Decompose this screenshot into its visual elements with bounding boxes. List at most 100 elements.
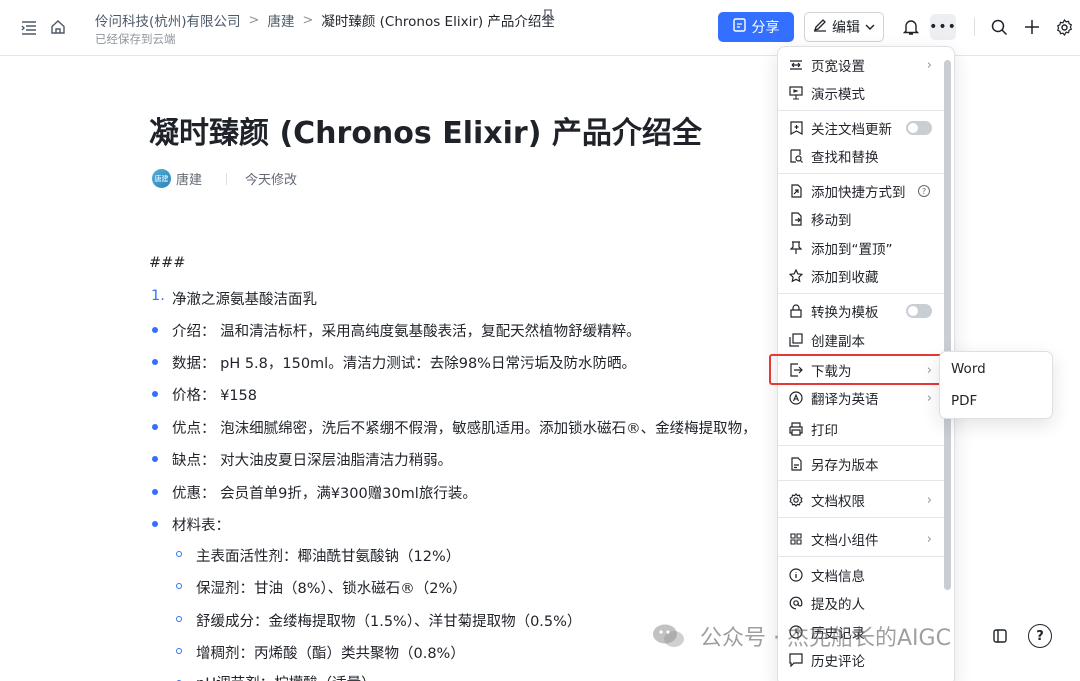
chevron-right-icon: >: [248, 12, 260, 28]
list-item[interactable]: 数据： pH 5.8，150ml。清洁力测试：去除98%日常污垢及防水防晒。: [172, 352, 636, 373]
list-item[interactable]: 价格： ¥158: [172, 384, 257, 405]
menu-item-label: 页宽设置: [811, 59, 865, 75]
menu-item-permissions[interactable]: 文档权限 ›: [778, 487, 944, 513]
breadcrumb-current-doc[interactable]: 凝时臻颜 (Chronos Elixir) 产品介绍全: [321, 10, 555, 30]
avatar[interactable]: 唐建: [152, 169, 171, 188]
menu-item-print[interactable]: 打印: [778, 416, 944, 442]
help-icon[interactable]: ?: [1028, 624, 1052, 648]
list-item[interactable]: 优惠： 会员首单9折，满¥300赠30ml旅行装。: [172, 482, 477, 503]
menu-item-add-to-pinned[interactable]: 添加到“置顶”: [778, 235, 944, 261]
sub-bullet-circle: [176, 551, 182, 557]
pin-icon[interactable]: [541, 9, 555, 27]
menu-divider: [778, 517, 944, 518]
menu-item-label: 历史评论: [811, 654, 865, 670]
heading-marker[interactable]: ###: [149, 255, 185, 271]
template-icon: [788, 303, 804, 319]
author-name[interactable]: 唐建: [176, 169, 202, 188]
follow-toggle[interactable]: [906, 121, 932, 135]
bell-icon[interactable]: [901, 17, 921, 37]
comment-history-icon: [788, 652, 804, 668]
menu-item-translate[interactable]: 翻译为英语 ›: [778, 385, 944, 411]
menu-item-find-replace[interactable]: 查找和替换: [778, 143, 944, 169]
toolbar-divider: [974, 18, 975, 36]
bullet-dot: [152, 359, 158, 365]
menu-divider: [778, 110, 944, 111]
watermark: 公众号 · 杰克船长的AIGC: [652, 620, 951, 652]
watermark-text: 公众号 · 杰克船长的AIGC: [700, 626, 951, 651]
shortcut-panel-icon[interactable]: [988, 624, 1012, 648]
bullet-dot: [152, 456, 158, 462]
menu-item-label: 移动到: [811, 213, 852, 229]
menu-item-save-version[interactable]: 另存为版本: [778, 451, 944, 477]
menu-item-label: 另存为版本: [811, 458, 879, 474]
translate-icon: [788, 390, 804, 406]
copy-icon: [788, 332, 804, 348]
menu-item-presentation[interactable]: 演示模式: [778, 80, 944, 106]
menu-item-doc-info[interactable]: 文档信息: [778, 562, 944, 588]
menu-item-label: 文档信息: [811, 569, 865, 585]
settings-gear-icon[interactable]: [1054, 17, 1074, 37]
breadcrumb-org[interactable]: 伶问科技(杭州)有限公司: [95, 10, 241, 30]
list-item[interactable]: 优点： 泡沫细腻绵密，洗后不紧绷不假滑，敏感肌适用。添加锁水磁石®、金缕梅提取物…: [172, 417, 772, 438]
numbered-list-item[interactable]: 净澈之源氨基酸洁面乳: [172, 288, 317, 309]
home-icon[interactable]: [48, 17, 68, 37]
bullet-dot: [152, 424, 158, 430]
sub-list-item[interactable]: 舒缓成分：金缕梅提取物（1.5%）、洋甘菊提取物（0.5%）: [196, 610, 581, 631]
list-item[interactable]: 介绍： 温和清洁标杆，采用高纯度氨基酸表活，复配天然植物舒缓精粹。: [172, 320, 641, 341]
menu-item-mentioned[interactable]: 提及的人: [778, 590, 944, 616]
menu-divider: [778, 173, 944, 174]
submenu-item-word[interactable]: Word: [951, 361, 986, 377]
print-icon: [788, 421, 804, 437]
menu-scrollbar[interactable]: [944, 60, 951, 590]
menu-divider: [778, 556, 944, 557]
save-version-icon: [788, 456, 804, 472]
chevron-right-icon: ›: [926, 492, 932, 508]
sidebar-toggle-icon[interactable]: [19, 18, 39, 38]
document-title[interactable]: 凝时臻颜 (Chronos Elixir) 产品介绍全: [149, 108, 702, 152]
move-icon: [788, 211, 804, 227]
sub-list-item[interactable]: pH调节剂：柠檬酸（适量）: [196, 672, 376, 681]
bullet-dot: [152, 327, 158, 333]
modified-time: 今天修改: [245, 173, 298, 188]
follow-icon: [788, 120, 804, 136]
menu-item-convert-template[interactable]: 转换为模板: [778, 298, 944, 324]
search-icon[interactable]: [989, 17, 1009, 37]
shortcut-icon: [788, 183, 804, 199]
page-width-icon: [788, 57, 804, 73]
submenu-item-pdf[interactable]: PDF: [951, 393, 977, 409]
help-icon[interactable]: ?: [918, 185, 930, 197]
menu-item-label: 文档小组件: [811, 533, 879, 549]
find-replace-icon: [788, 148, 804, 164]
share-button[interactable]: 分享: [718, 12, 794, 42]
menu-item-create-copy[interactable]: 创建副本: [778, 327, 944, 353]
breadcrumb-user[interactable]: 唐建: [267, 10, 294, 30]
menu-item-move-to[interactable]: 移动到: [778, 206, 944, 232]
menu-divider: [778, 293, 944, 294]
template-toggle[interactable]: [906, 304, 932, 318]
list-item[interactable]: 材料表：: [172, 514, 230, 535]
list-number: 1.: [151, 288, 165, 304]
menu-item-add-favorite[interactable]: 添加到收藏: [778, 263, 944, 289]
menu-item-label: 添加到“置顶”: [811, 242, 893, 258]
chevron-right-icon: ›: [926, 57, 932, 73]
sub-bullet-circle: [176, 583, 182, 589]
more-icon: •••: [929, 19, 957, 35]
breadcrumb: 伶问科技(杭州)有限公司 > 唐建 > 凝时臻颜 (Chronos Elixir…: [95, 10, 555, 31]
menu-item-widgets[interactable]: 文档小组件 ›: [778, 526, 944, 552]
plus-icon[interactable]: [1022, 17, 1042, 37]
list-item[interactable]: 缺点： 对大油皮夏日深层油脂清洁力稍弱。: [172, 449, 452, 470]
author-row: 唐建 唐建 今天修改: [152, 169, 297, 188]
share-label: 分享: [751, 20, 780, 36]
sub-list-item[interactable]: 保湿剂：甘油（8%）、锁水磁石®（2%）: [196, 577, 467, 598]
more-options-button[interactable]: •••: [929, 14, 957, 40]
menu-item-page-width[interactable]: 页宽设置 ›: [778, 52, 944, 78]
menu-item-add-shortcut[interactable]: 添加快捷方式到 ?: [778, 178, 944, 204]
menu-item-follow-updates[interactable]: 关注文档更新: [778, 115, 944, 141]
wechat-icon: [653, 624, 684, 647]
sub-bullet-circle: [176, 648, 182, 654]
menu-item-label: 打印: [811, 423, 838, 439]
sub-list-item[interactable]: 增稠剂：丙烯酸（酯）类共聚物（0.8%）: [196, 642, 465, 663]
menu-item-label: 提及的人: [811, 597, 865, 613]
edit-mode-button[interactable]: 编辑: [804, 12, 884, 42]
sub-list-item[interactable]: 主表面活性剂：椰油酰甘氨酸钠（12%）: [196, 545, 460, 566]
